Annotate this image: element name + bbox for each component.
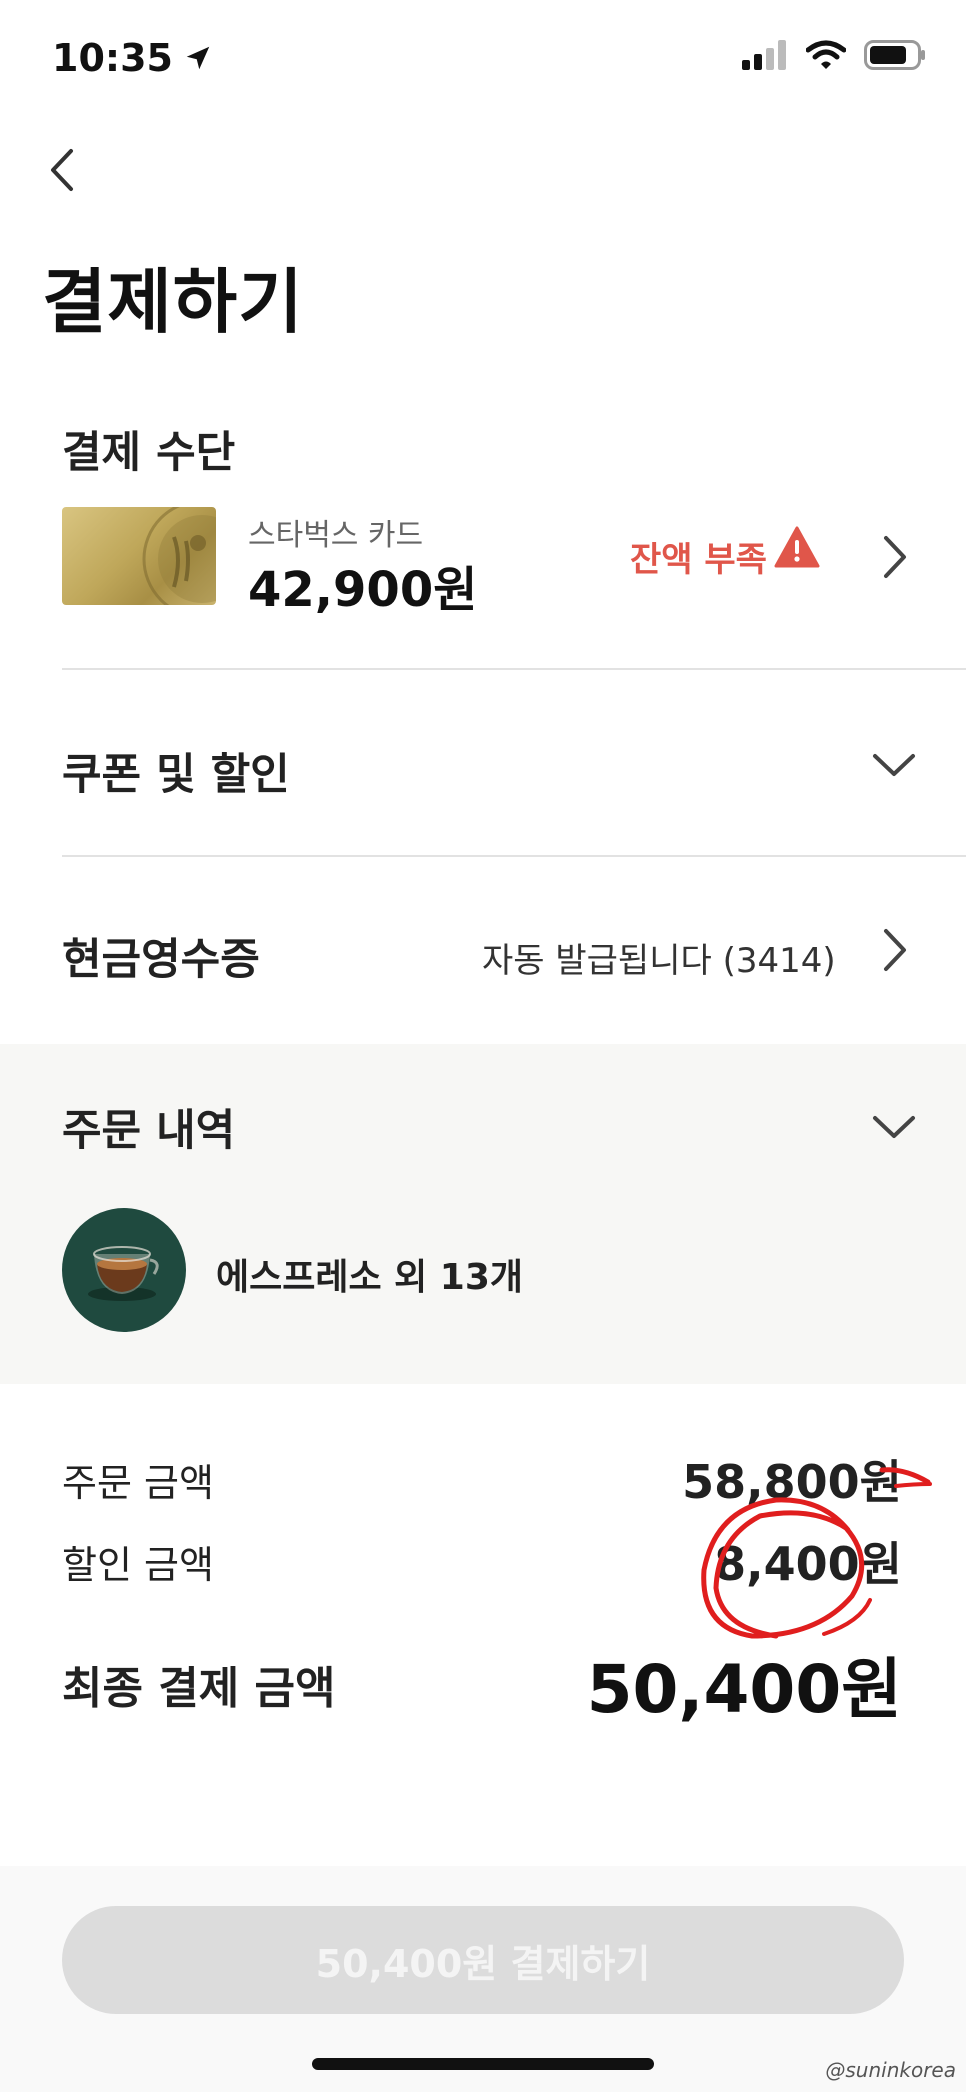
chevron-right-icon bbox=[884, 929, 906, 971]
starbucks-card-image bbox=[62, 507, 216, 605]
payment-method-row[interactable]: 스타벅스 카드 42,900원 잔액 부족 bbox=[62, 500, 912, 618]
time-text: 10:35 bbox=[52, 36, 173, 80]
back-button[interactable] bbox=[32, 140, 92, 200]
status-icons bbox=[742, 40, 926, 70]
order-amount-label: 주문 금액 bbox=[62, 1461, 214, 1505]
card-balance: 42,900원 bbox=[248, 562, 478, 618]
chevron-down-icon[interactable] bbox=[872, 1114, 916, 1140]
chevron-right-icon bbox=[884, 536, 906, 578]
card-name: 스타벅스 카드 bbox=[248, 518, 424, 553]
cash-receipt-value: 자동 발급됩니다 (3414) bbox=[482, 941, 836, 981]
coupon-row[interactable]: 쿠폰 및 할인 bbox=[0, 670, 966, 856]
home-indicator bbox=[312, 2058, 654, 2070]
cellular-signal-icon bbox=[742, 40, 786, 70]
chevron-left-icon bbox=[51, 149, 73, 191]
location-arrow-icon bbox=[186, 46, 210, 70]
low-balance-warning: 잔액 부족 bbox=[630, 540, 767, 580]
pay-button[interactable]: 50,400원 결제하기 bbox=[62, 1906, 904, 2014]
espresso-cup-icon bbox=[88, 1246, 159, 1301]
status-bar: 10:35 bbox=[0, 0, 966, 120]
cash-receipt-row[interactable]: 현금영수증 자동 발급됩니다 (3414) bbox=[0, 857, 966, 1043]
order-section-title: 주문 내역 bbox=[62, 1106, 236, 1156]
final-amount-value: 50,400원 bbox=[586, 1651, 902, 1728]
order-history-section: 주문 내역 에스프레소 외 13개 bbox=[0, 1044, 966, 1384]
espresso-thumbnail bbox=[62, 1208, 186, 1332]
payment-section-title: 결제 수단 bbox=[62, 428, 236, 478]
discount-label: 할인 금액 bbox=[62, 1543, 214, 1587]
battery-icon bbox=[864, 40, 925, 70]
order-amount-value: 58,800원 bbox=[682, 1455, 902, 1509]
order-item-label: 에스프레소 외 13개 bbox=[216, 1257, 524, 1298]
wifi-icon bbox=[806, 40, 846, 69]
cash-receipt-label: 현금영수증 bbox=[62, 935, 260, 985]
status-time: 10:35 bbox=[52, 36, 213, 80]
chevron-down-icon bbox=[873, 754, 915, 776]
coupon-label: 쿠폰 및 할인 bbox=[62, 750, 290, 800]
final-amount-label: 최종 결제 금액 bbox=[62, 1663, 336, 1714]
warning-triangle-icon bbox=[774, 526, 820, 568]
page-title: 결제하기 bbox=[42, 261, 304, 343]
watermark: @suninkorea bbox=[825, 2058, 956, 2082]
siren-logo-icon bbox=[142, 507, 216, 605]
discount-value: 8,400원 bbox=[714, 1537, 902, 1591]
